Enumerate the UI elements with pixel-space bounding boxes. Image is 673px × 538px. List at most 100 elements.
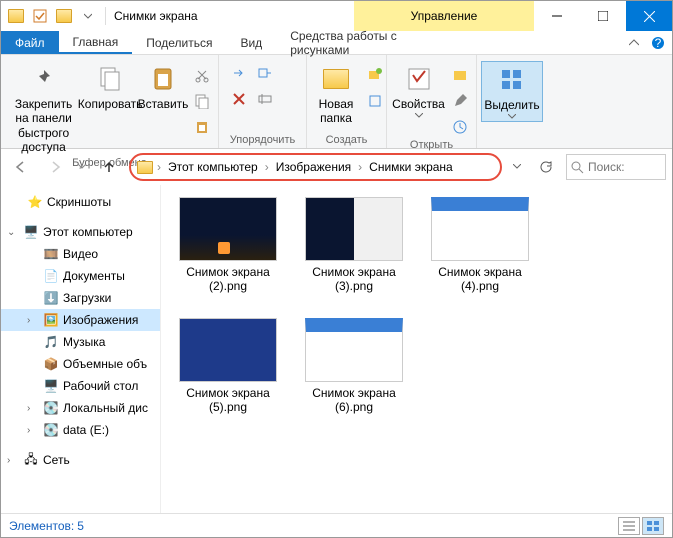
copy-label: Копировать (78, 97, 143, 111)
video-icon: 🎞️ (43, 246, 59, 262)
pin-label: Закрепить на панели быстрого доступа (9, 97, 78, 155)
edit-button[interactable] (448, 89, 472, 113)
properties-button[interactable]: Свойства (391, 61, 446, 120)
tab-picture-label: Средства работы с рисунками (290, 29, 442, 57)
ribbon: Закрепить на панели быстрого доступа Коп… (1, 55, 672, 149)
crumb-screenshots[interactable]: Снимки экрана (366, 160, 456, 174)
file-item[interactable]: Снимок экрана (4).png (425, 197, 535, 294)
qat-checkbox[interactable] (29, 5, 51, 27)
disk-icon: 💽 (43, 400, 59, 416)
crumb-this-pc[interactable]: Этот компьютер (165, 160, 261, 174)
tree-network[interactable]: ›🖧Сеть (1, 449, 160, 471)
expand-icon[interactable]: › (27, 315, 39, 326)
forward-button[interactable] (41, 153, 69, 181)
file-name: Снимок экрана (2).png (173, 265, 283, 294)
tab-picture-tools[interactable]: Средства работы с рисунками (276, 31, 456, 54)
select-button[interactable]: Выделить (481, 61, 543, 122)
picture-icon: 🖼️ (43, 312, 59, 328)
qat-folder2-icon[interactable] (53, 5, 75, 27)
folder-icon: ⭐ (27, 194, 43, 210)
up-button[interactable] (95, 153, 123, 181)
tree-pictures[interactable]: › 🖼️ Изображения (1, 309, 160, 331)
tree-3dobjects[interactable]: 📦 Объемные объ (1, 353, 160, 375)
window-controls (534, 1, 672, 31)
crumb-pictures[interactable]: Изображения (273, 160, 354, 174)
tree-desktop[interactable]: 🖥️Рабочий стол (1, 375, 160, 397)
tree-label: Загрузки (63, 291, 111, 305)
address-bar-row: › Этот компьютер › Изображения › Снимки … (1, 149, 672, 185)
tree-documents[interactable]: 📄Документы (1, 265, 160, 287)
search-box[interactable] (566, 154, 666, 180)
tree-label: Музыка (63, 335, 105, 349)
new-item-button[interactable] (363, 63, 387, 87)
breadcrumb-separator: › (265, 160, 269, 174)
copy-button[interactable]: Копировать (84, 61, 136, 113)
ribbon-collapse-button[interactable] (624, 31, 644, 54)
tree-this-pc[interactable]: ⌄🖥️Этот компьютер (1, 221, 160, 243)
breadcrumb-separator: › (358, 160, 362, 174)
search-input[interactable] (588, 160, 648, 174)
back-button[interactable] (7, 153, 35, 181)
expand-icon[interactable]: › (7, 455, 19, 466)
tree-localdisk[interactable]: ›💽Локальный дис (1, 397, 160, 419)
expand-icon[interactable]: › (27, 425, 39, 436)
new-folder-button[interactable]: Новая папка (311, 61, 361, 128)
tab-file[interactable]: Файл (1, 31, 59, 54)
titlebar: Снимки экрана Управление (1, 1, 672, 31)
chevron-down-icon (415, 113, 423, 118)
tab-share[interactable]: Поделиться (132, 31, 226, 54)
expand-icon[interactable]: › (27, 403, 39, 414)
file-item[interactable]: Снимок экрана (3).png (299, 197, 409, 294)
copy-icon (94, 63, 126, 95)
tree-label: Скриншоты (47, 195, 111, 209)
close-button[interactable] (626, 1, 672, 31)
window-title-area: Снимки экрана (108, 1, 354, 31)
file-item[interactable]: Снимок экрана (6).png (299, 318, 409, 415)
tree-label: Изображения (63, 313, 138, 327)
tree-label: Сеть (43, 453, 70, 467)
expand-icon[interactable]: ⌄ (7, 227, 19, 238)
copy-path-button[interactable] (190, 89, 214, 113)
group-create-label: Создать (311, 134, 382, 148)
recent-dropdown[interactable] (75, 153, 89, 181)
delete-button[interactable] (227, 87, 251, 111)
file-name: Снимок экрана (5).png (173, 386, 283, 415)
cube-icon: 📦 (43, 356, 59, 372)
ribbon-tabs: Файл Главная Поделиться Вид Средства раб… (1, 31, 672, 55)
move-to-button[interactable] (227, 61, 251, 85)
details-view-button[interactable] (618, 517, 640, 535)
tree-music[interactable]: 🎵Музыка (1, 331, 160, 353)
copy-to-button[interactable] (253, 61, 277, 85)
easy-access-button[interactable] (363, 89, 387, 113)
pin-button[interactable]: Закрепить на панели быстрого доступа (5, 61, 82, 157)
tree-videos[interactable]: 🎞️Видео (1, 243, 160, 265)
minimize-button[interactable] (534, 1, 580, 31)
tab-view[interactable]: Вид (226, 31, 276, 54)
help-button[interactable]: ? (644, 31, 672, 54)
rename-button[interactable] (253, 87, 277, 111)
refresh-button[interactable] (532, 153, 560, 181)
contextual-tab-header: Управление (354, 1, 534, 31)
file-item[interactable]: Снимок экрана (5).png (173, 318, 283, 415)
item-count: 5 (77, 519, 84, 533)
file-list[interactable]: Снимок экрана (2).png Снимок экрана (3).p… (161, 185, 672, 513)
qat-dropdown-icon[interactable] (77, 5, 99, 27)
paste-shortcut-button[interactable] (190, 115, 214, 139)
tree-data-drive[interactable]: ›💽data (E:) (1, 419, 160, 441)
tab-home[interactable]: Главная (59, 31, 133, 54)
history-button[interactable] (448, 115, 472, 139)
paste-button[interactable]: Вставить (138, 61, 188, 113)
maximize-button[interactable] (580, 1, 626, 31)
cut-button[interactable] (190, 63, 214, 87)
thumbnails-view-button[interactable] (642, 517, 664, 535)
tree-label: Объемные объ (63, 357, 147, 371)
tree-downloads[interactable]: ⬇️Загрузки (1, 287, 160, 309)
thumbnail (431, 197, 529, 261)
address-dropdown[interactable] (508, 153, 526, 181)
file-item[interactable]: Снимок экрана (2).png (173, 197, 283, 294)
address-bar[interactable]: › Этот компьютер › Изображения › Снимки … (129, 153, 502, 181)
open-button[interactable] (448, 63, 472, 87)
qat-folder-icon[interactable] (5, 5, 27, 27)
tree-screenshots[interactable]: ⭐ Скриншоты (1, 191, 160, 213)
pin-icon (28, 63, 60, 95)
